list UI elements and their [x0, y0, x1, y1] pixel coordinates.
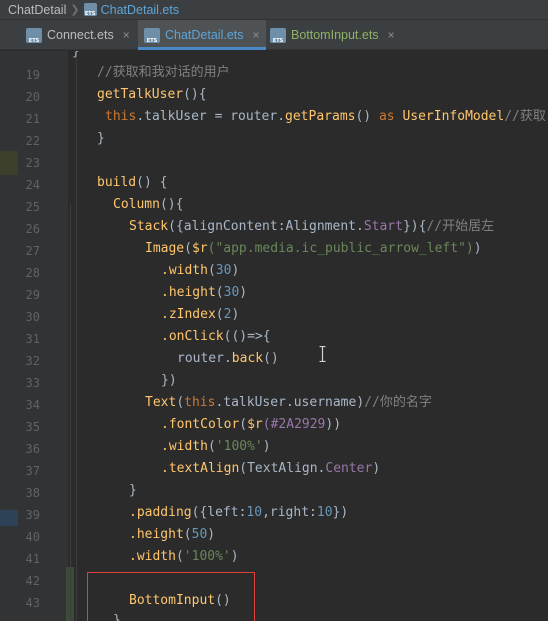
line-number: 39: [25, 508, 40, 522]
code-line-22: }: [97, 131, 105, 146]
line-number: 38: [25, 486, 40, 500]
line-number: 22: [25, 134, 40, 148]
line-number: 19: [25, 68, 40, 82]
code-line-41: .width('100%'): [129, 549, 239, 564]
line-number: 30: [25, 310, 40, 324]
code-line-38: }: [129, 483, 137, 498]
ets-file-icon: [144, 27, 160, 44]
highlight-box: [87, 572, 255, 621]
line-number: 23: [25, 156, 40, 170]
indent-guide: [76, 51, 77, 621]
line-number: 31: [25, 332, 40, 346]
code-line-19: //获取和我对话的用户: [97, 65, 230, 80]
code-line-30: .zIndex(2): [161, 307, 240, 322]
line-number: 20: [25, 90, 40, 104]
line-number: 37: [25, 464, 40, 478]
line-number: 25: [25, 200, 40, 214]
line-number: 34: [25, 398, 40, 412]
breadcrumb-root[interactable]: ChatDetail: [0, 3, 66, 17]
close-icon[interactable]: ×: [123, 28, 130, 42]
tab-chatdetail[interactable]: ChatDetail.ets ×: [138, 20, 266, 50]
chevron-right-icon: ❯: [70, 4, 80, 16]
tab-bottominput[interactable]: BottomInput.ets ×: [270, 20, 410, 50]
text-cursor-icon: [319, 346, 326, 362]
close-icon[interactable]: ×: [388, 28, 395, 42]
code-line-25: Column(){: [113, 197, 184, 212]
tab-label: BottomInput.ets: [291, 28, 379, 42]
tab-connect[interactable]: Connect.ets ×: [26, 20, 136, 50]
code-line-34: Text(this.talkUser.username)//你的名字: [145, 395, 432, 410]
change-marker: [0, 510, 18, 526]
ets-file-icon: [270, 27, 286, 44]
code-line-21: this.talkUser = router.getParams() as Us…: [105, 109, 546, 124]
line-number: 35: [25, 420, 40, 434]
indent-guide: [70, 205, 71, 621]
code-line-40: .height(50): [129, 527, 216, 542]
line-number: 32: [25, 354, 40, 368]
code-line-26: Stack({alignContent:Alignment.Start}){//…: [129, 219, 495, 234]
code-line-18: }: [72, 51, 80, 59]
tab-label: ChatDetail.ets: [165, 28, 244, 42]
code-line-33: }): [161, 373, 177, 388]
line-number: 24: [25, 178, 40, 192]
code-line-29: .height(30): [161, 285, 248, 300]
code-line-36: .width('100%'): [161, 439, 271, 454]
code-editor[interactable]: } //获取和我对话的用户 getTalkUser(){ this.talkUs…: [68, 51, 548, 621]
side-strip: [0, 51, 18, 621]
line-number: 21: [25, 112, 40, 126]
ets-file-icon: [26, 27, 42, 44]
code-line-20: getTalkUser(){: [97, 87, 207, 102]
line-number: 43: [25, 596, 40, 610]
line-number: 41: [25, 552, 40, 566]
close-icon[interactable]: ×: [253, 28, 260, 42]
editor-tab-bar: Connect.ets × ChatDetail.ets × BottomInp…: [0, 20, 548, 50]
code-line-27: Image($r("app.media.ic_public_arrow_left…: [145, 241, 482, 256]
line-number: 27: [25, 244, 40, 258]
code-line-32: router.back(): [177, 351, 279, 366]
ets-file-icon: [83, 3, 97, 17]
breadcrumb: ChatDetail ❯ ChatDetail.ets: [0, 0, 548, 20]
breadcrumb-file[interactable]: ChatDetail.ets: [101, 3, 180, 17]
line-number: 40: [25, 530, 40, 544]
code-line-35: .fontColor($r(#2A2929)): [161, 417, 342, 432]
line-number: 33: [25, 376, 40, 390]
line-number: 29: [25, 288, 40, 302]
code-line-28: .width(30): [161, 263, 240, 278]
code-line-39: .padding({left:10,right:10}): [129, 505, 349, 520]
line-number: 36: [25, 442, 40, 456]
code-line-24: build() {: [97, 175, 168, 190]
line-number: 42: [25, 574, 40, 588]
change-marker: [0, 151, 18, 175]
tab-label: Connect.ets: [47, 28, 114, 42]
code-line-31: .onClick(()=>{: [161, 329, 271, 344]
line-number: 28: [25, 266, 40, 280]
line-number: 26: [25, 222, 40, 236]
tab-bar-margin: [0, 20, 18, 50]
code-line-37: .textAlign(TextAlign.Center): [161, 461, 381, 476]
